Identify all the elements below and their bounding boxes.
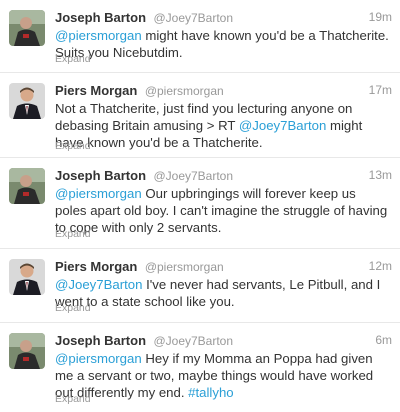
avatar[interactable] (9, 10, 45, 46)
author-name[interactable]: Piers Morgan (55, 259, 137, 274)
tweet-text: @piersmorgan Hey if my Momma an Poppa ha… (55, 350, 390, 401)
tweet-text: Not a Thatcherite, just find you lecturi… (55, 100, 390, 151)
mention-link[interactable]: @Joey7Barton (55, 277, 142, 292)
avatar[interactable] (9, 259, 45, 295)
joseph-barton-avatar-icon (9, 333, 45, 369)
author-name[interactable]: Joseph Barton (55, 10, 146, 25)
hashtag-link[interactable]: #tallyho (188, 385, 233, 400)
tweet[interactable]: Joseph Barton @Joey7Barton 13m @piersmor… (0, 158, 400, 249)
author-handle[interactable]: @piersmorgan (145, 84, 224, 98)
piers-morgan-avatar-icon (9, 83, 45, 119)
tweet[interactable]: Joseph Barton @Joey7Barton 19m @piersmor… (0, 0, 400, 73)
timestamp[interactable]: 12m (369, 259, 392, 273)
tweet[interactable]: Joseph Barton @Joey7Barton 6m @piersmorg… (0, 323, 400, 412)
tweet-text: @piersmorgan Our upbringings will foreve… (55, 185, 390, 236)
author-name[interactable]: Joseph Barton (55, 333, 146, 348)
tweet[interactable]: Piers Morgan @piersmorgan 12m @Joey7Bart… (0, 249, 400, 323)
author-handle[interactable]: @Joey7Barton (153, 169, 233, 183)
joseph-barton-avatar-icon (9, 10, 45, 46)
tweet-header: Piers Morgan @piersmorgan 17m (55, 82, 392, 98)
expand-link[interactable]: Expand (55, 302, 91, 314)
expand-link[interactable]: Expand (55, 53, 91, 65)
mention-link[interactable]: @piersmorgan (55, 186, 142, 201)
tweet-header: Joseph Barton @Joey7Barton 13m (55, 167, 392, 183)
tweet-text: @Joey7Barton I've never had servants, Le… (55, 276, 390, 310)
timestamp[interactable]: 13m (369, 168, 392, 182)
avatar[interactable] (9, 83, 45, 119)
mention-link[interactable]: @Joey7Barton (239, 118, 326, 133)
author-handle[interactable]: @piersmorgan (145, 260, 224, 274)
timestamp[interactable]: 6m (375, 333, 392, 347)
avatar[interactable] (9, 333, 45, 369)
tweet[interactable]: Piers Morgan @piersmorgan 17m Not a That… (0, 73, 400, 158)
piers-morgan-avatar-icon (9, 259, 45, 295)
mention-link[interactable]: @piersmorgan (55, 351, 142, 366)
expand-link[interactable]: Expand (55, 140, 91, 152)
avatar[interactable] (9, 168, 45, 204)
timestamp[interactable]: 17m (369, 83, 392, 97)
tweet-header: Piers Morgan @piersmorgan 12m (55, 258, 392, 274)
joseph-barton-avatar-icon (9, 168, 45, 204)
timestamp[interactable]: 19m (369, 10, 392, 24)
author-name[interactable]: Piers Morgan (55, 83, 137, 98)
mention-link[interactable]: @piersmorgan (55, 28, 142, 43)
tweet-header: Joseph Barton @Joey7Barton 19m (55, 9, 392, 25)
expand-link[interactable]: Expand (55, 393, 91, 405)
author-name[interactable]: Joseph Barton (55, 168, 146, 183)
author-handle[interactable]: @Joey7Barton (153, 334, 233, 348)
tweet-text: @piersmorgan might have known you'd be a… (55, 27, 390, 61)
tweet-timeline: Joseph Barton @Joey7Barton 19m @piersmor… (0, 0, 400, 412)
tweet-header: Joseph Barton @Joey7Barton 6m (55, 332, 392, 348)
expand-link[interactable]: Expand (55, 228, 91, 240)
author-handle[interactable]: @Joey7Barton (153, 11, 233, 25)
